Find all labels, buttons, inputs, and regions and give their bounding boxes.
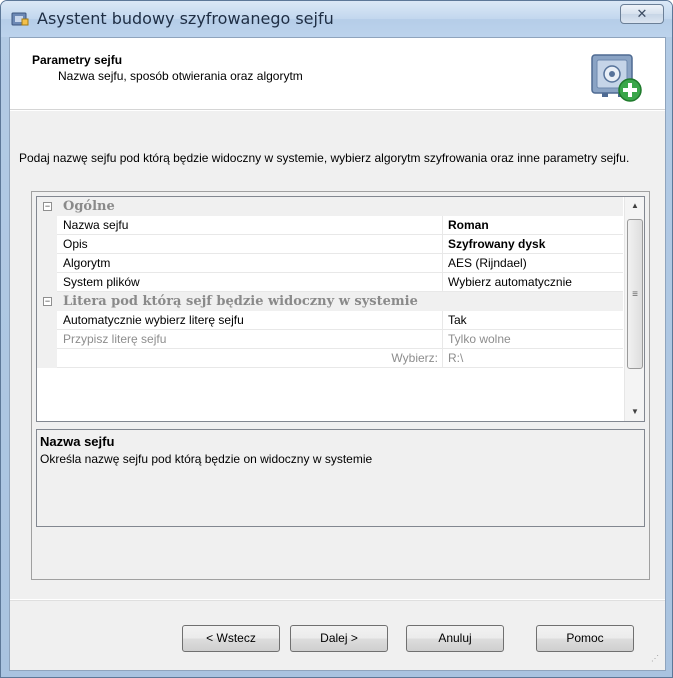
property-name: Przypisz literę sejfu: [57, 330, 443, 349]
row-gutter: [37, 216, 57, 235]
row-gutter: [37, 273, 57, 292]
next-button[interactable]: Dalej >: [290, 625, 388, 652]
property-value[interactable]: Szyfrowany dysk: [444, 235, 623, 254]
property-row-algorytm[interactable]: Algorytm AES (Rijndael): [37, 254, 623, 273]
scrollbar-thumb[interactable]: ≡: [627, 219, 643, 369]
wizard-footer: < Wstecz Dalej > Anuluj Pomoc ⋰: [10, 600, 665, 670]
collapse-icon[interactable]: −: [43, 297, 52, 306]
property-row-assign-letter[interactable]: Przypisz literę sejfu Tylko wolne: [37, 330, 623, 349]
category-row-drive-letter[interactable]: − Litera pod którą sejf będzie widoczny …: [37, 292, 623, 311]
scroll-up-icon[interactable]: ▲: [625, 197, 645, 214]
wizard-header: Parametry sejfu Nazwa sejfu, sposób otwi…: [10, 38, 665, 110]
wizard-client-area: Parametry sejfu Nazwa sejfu, sposób otwi…: [9, 37, 666, 671]
vertical-scrollbar[interactable]: ▲ ≡ ▼: [624, 197, 644, 421]
instructions-text: Podaj nazwę sejfu pod którą będzie widoc…: [19, 151, 630, 165]
property-name: Automatycznie wybierz literę sejfu: [57, 311, 443, 330]
category-row-general[interactable]: − Ogólne: [37, 197, 623, 216]
property-grid[interactable]: − Ogólne Nazwa sejfu Roman Opis Szyfrowa…: [36, 196, 645, 422]
property-value[interactable]: R:\: [444, 349, 623, 368]
property-rows: − Ogólne Nazwa sejfu Roman Opis Szyfrowa…: [37, 197, 623, 421]
page-title: Parametry sejfu: [32, 53, 123, 67]
property-name: System plików: [57, 273, 443, 292]
close-button[interactable]: ✕: [620, 4, 664, 24]
property-name: Wybierz:: [57, 349, 443, 368]
property-row-system-plikow[interactable]: System plików Wybierz automatycznie: [37, 273, 623, 292]
row-gutter: [37, 349, 57, 368]
category-label: Litera pod którą sejf będzie widoczny w …: [63, 294, 418, 309]
close-icon: ✕: [636, 6, 648, 21]
property-value[interactable]: AES (Rijndael): [444, 254, 623, 273]
grip-icon: ≡: [632, 289, 638, 300]
property-row-nazwa-sejfu[interactable]: Nazwa sejfu Roman: [37, 216, 623, 235]
property-row-choose-letter[interactable]: Wybierz: R:\: [37, 349, 623, 368]
property-name: Opis: [57, 235, 443, 254]
property-value[interactable]: Tak: [444, 311, 623, 330]
title-bar[interactable]: Asystent budowy szyfrowanego sejfu ✕: [1, 1, 672, 37]
category-label: Ogólne: [63, 199, 115, 214]
property-value[interactable]: Wybierz automatycznie: [444, 273, 623, 292]
scroll-down-icon[interactable]: ▼: [625, 403, 645, 420]
property-value[interactable]: Roman: [444, 216, 623, 235]
row-gutter: [37, 330, 57, 349]
property-name: Nazwa sejfu: [57, 216, 443, 235]
row-gutter: [37, 235, 57, 254]
collapse-icon[interactable]: −: [43, 202, 52, 211]
description-panel: Nazwa sejfu Określa nazwę sejfu pod któr…: [36, 429, 645, 527]
cancel-button[interactable]: Anuluj: [406, 625, 504, 652]
page-subtitle: Nazwa sejfu, sposób otwierania oraz algo…: [58, 69, 303, 83]
row-gutter: [37, 311, 57, 330]
property-name: Algorytm: [57, 254, 443, 273]
property-row-opis[interactable]: Opis Szyfrowany dysk: [37, 235, 623, 254]
property-panel: − Ogólne Nazwa sejfu Roman Opis Szyfrowa…: [31, 191, 650, 580]
property-value[interactable]: Tylko wolne: [444, 330, 623, 349]
property-row-auto-letter[interactable]: Automatycznie wybierz literę sejfu Tak: [37, 311, 623, 330]
description-text: Określa nazwę sejfu pod którą będzie on …: [40, 452, 373, 466]
row-gutter: [37, 254, 57, 273]
safe-add-icon: [591, 54, 642, 102]
description-title: Nazwa sejfu: [40, 434, 115, 449]
app-icon: [11, 12, 29, 26]
wizard-window: Asystent budowy szyfrowanego sejfu ✕ Par…: [0, 0, 673, 678]
window-title: Asystent budowy szyfrowanego sejfu: [37, 9, 334, 28]
back-button[interactable]: < Wstecz: [182, 625, 280, 652]
help-button[interactable]: Pomoc: [536, 625, 634, 652]
resize-grip-icon[interactable]: ⋰: [651, 655, 663, 668]
